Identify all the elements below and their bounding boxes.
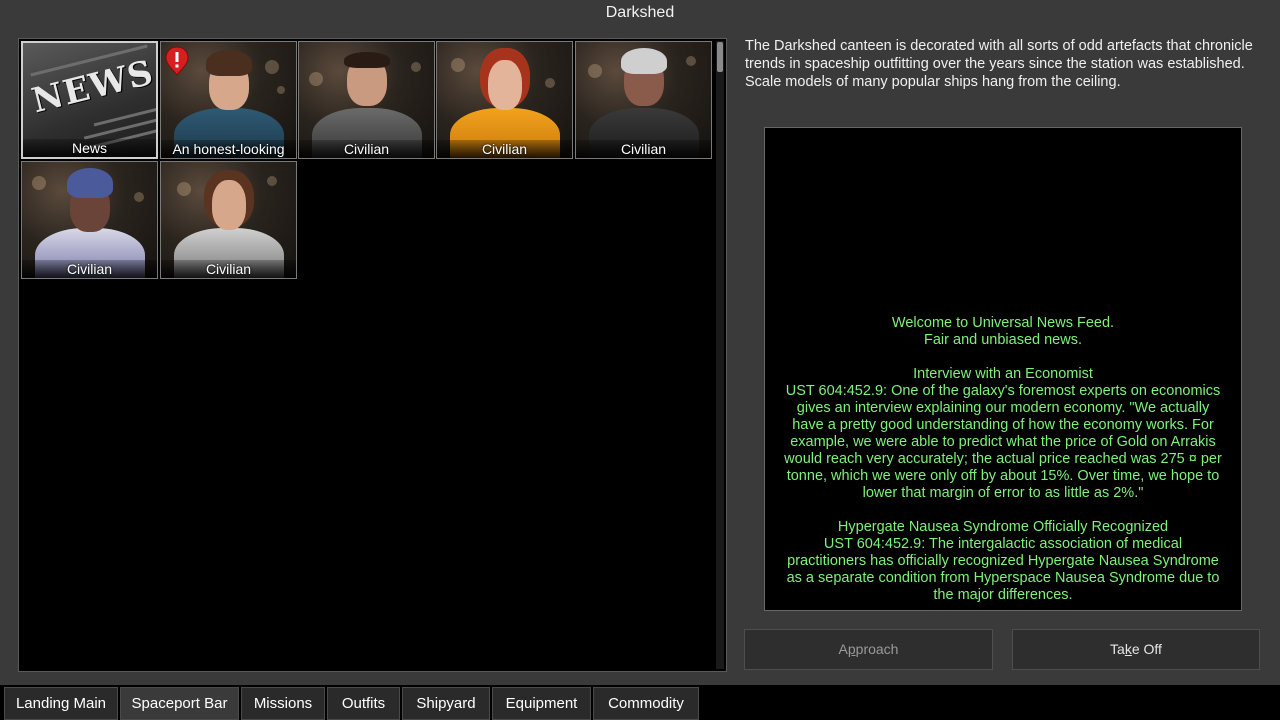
news-feed-text: Welcome to Universal News Feed. Fair and… xyxy=(765,315,1241,604)
news-article-title: Interview with an Economist xyxy=(913,366,1093,382)
scrollbar-thumb[interactable] xyxy=(717,42,723,72)
npc-card-civilian[interactable]: Civilian xyxy=(575,41,712,159)
tab-bar: Landing Main Spaceport Bar Missions Outf… xyxy=(0,685,1280,720)
npc-label: Civilian xyxy=(22,260,157,278)
take-off-button[interactable]: Take Off xyxy=(1012,629,1260,670)
tab-equipment[interactable]: Equipment xyxy=(492,687,591,720)
tab-landing-main[interactable]: Landing Main xyxy=(4,687,118,720)
npc-list-scrollbar[interactable] xyxy=(716,41,724,669)
npc-label: An honest-looking xyxy=(161,140,296,158)
button-hotkey: p xyxy=(847,641,856,657)
npc-card-civilian[interactable]: Civilian xyxy=(21,161,158,279)
news-subheader: Fair and unbiased news. xyxy=(924,332,1082,348)
news-header: Welcome to Universal News Feed. xyxy=(891,315,1115,331)
tab-shipyard[interactable]: Shipyard xyxy=(402,687,490,720)
tab-outfits[interactable]: Outfits xyxy=(327,687,400,720)
news-feed-panel[interactable]: Welcome to Universal News Feed. Fair and… xyxy=(764,127,1242,611)
npc-card-news[interactable]: NEWS News xyxy=(21,41,158,159)
npc-label: Civilian xyxy=(576,140,711,158)
tab-missions[interactable]: Missions xyxy=(241,687,325,720)
npc-label: Civilian xyxy=(299,140,434,158)
alert-icon xyxy=(165,46,189,76)
npc-card-civilian[interactable]: Civilian xyxy=(436,41,573,159)
npc-card-civilian[interactable]: Civilian xyxy=(160,161,297,279)
button-label: Ta xyxy=(1110,641,1125,657)
button-hotkey: k xyxy=(1124,641,1132,657)
news-art-text: NEWS xyxy=(27,52,158,122)
button-label: A xyxy=(838,641,848,657)
tab-commodity[interactable]: Commodity xyxy=(593,687,699,720)
window-title: Darkshed xyxy=(605,4,675,21)
bar-description: The Darkshed canteen is decorated with a… xyxy=(745,38,1253,90)
news-article-title: Hypergate Nausea Syndrome Officially Rec… xyxy=(837,519,1169,535)
npc-label: Civilian xyxy=(437,140,572,158)
npc-card-honest-looking[interactable]: An honest-looking xyxy=(160,41,297,159)
npc-list-panel: NEWS News An honest-looking Civilian Civ… xyxy=(18,38,727,672)
approach-button[interactable]: Approach xyxy=(744,629,993,670)
npc-label: Civilian xyxy=(161,260,296,278)
button-label: e Off xyxy=(1131,641,1162,657)
npc-card-civilian[interactable]: Civilian xyxy=(298,41,435,159)
news-article-body: UST 604:452.9: The intergalactic associa… xyxy=(786,536,1220,603)
news-article-body: UST 604:452.9: One of the galaxy's forem… xyxy=(784,383,1222,501)
button-label: proach xyxy=(855,641,899,657)
npc-label: News xyxy=(23,139,156,157)
tab-spaceport-bar[interactable]: Spaceport Bar xyxy=(120,687,239,720)
